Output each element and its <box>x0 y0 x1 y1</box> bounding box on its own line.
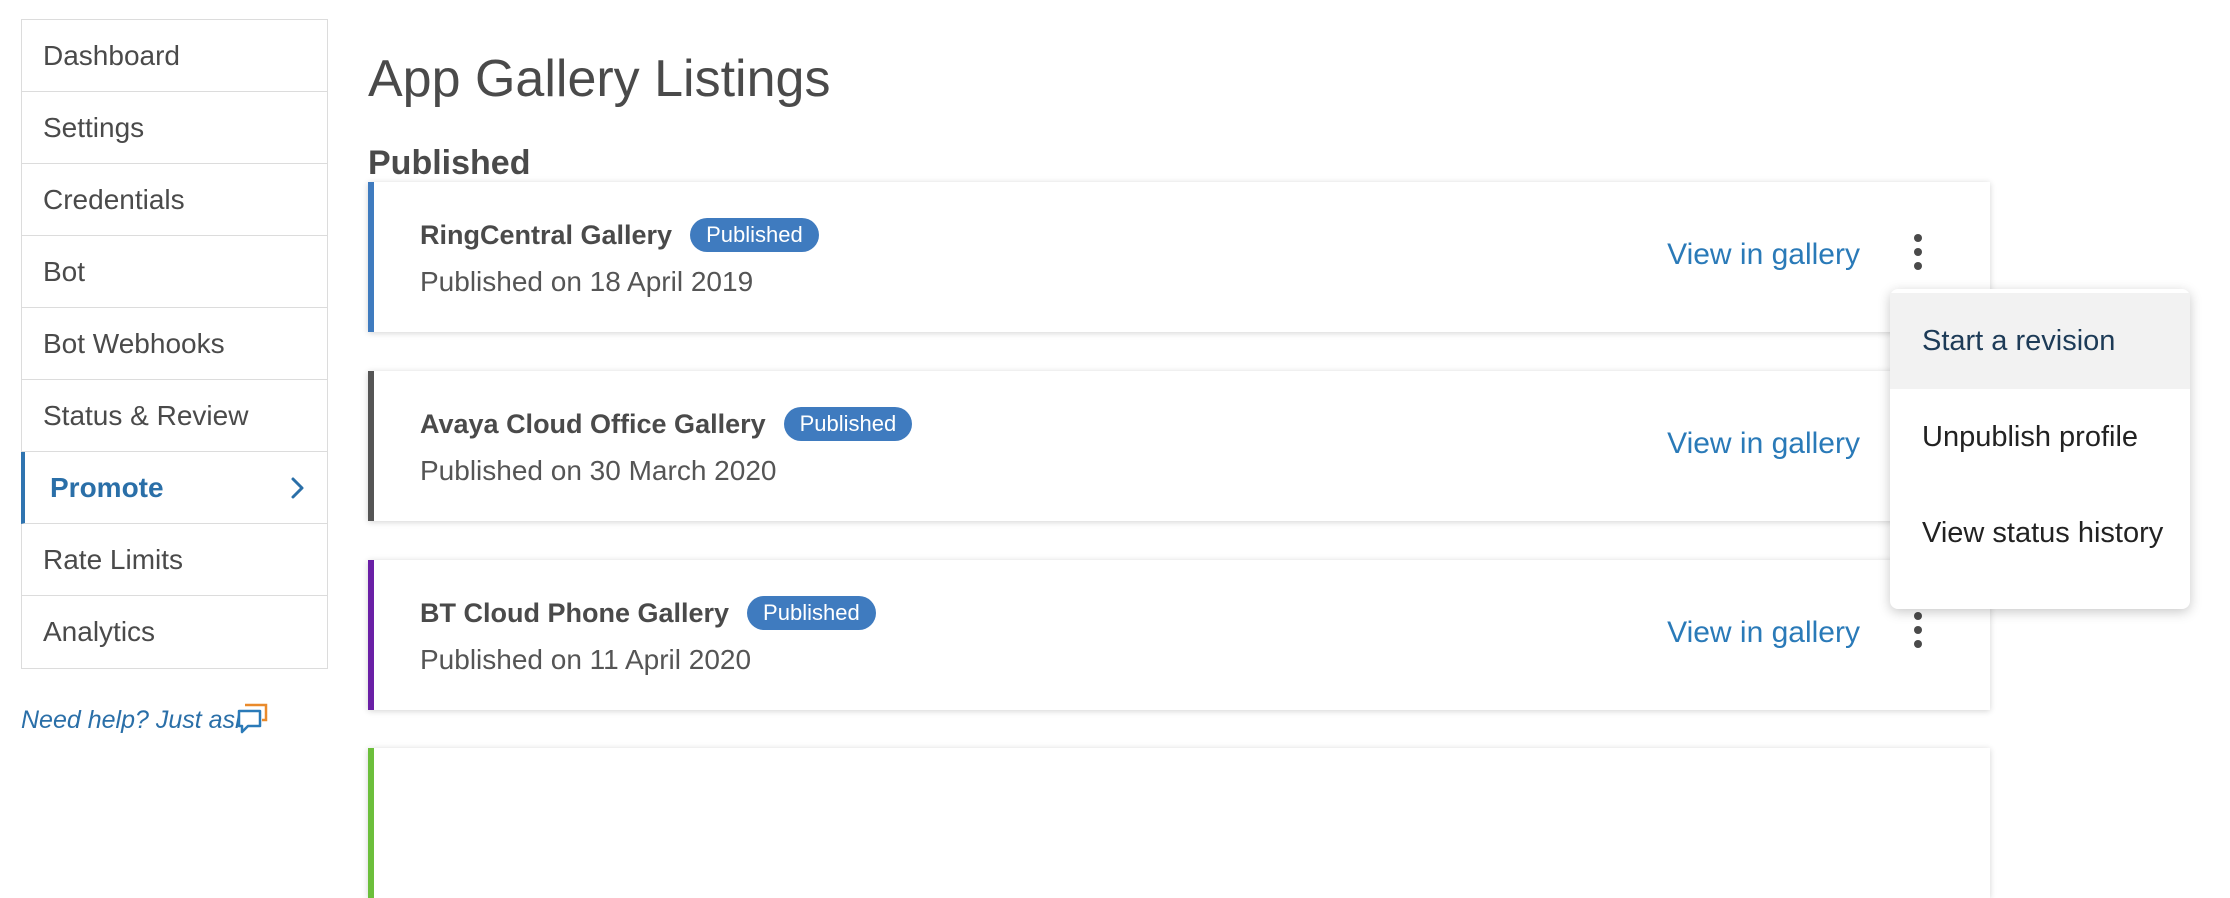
more-options-icon[interactable] <box>1908 612 1928 654</box>
listing-name-text: RingCentral Gallery <box>420 220 673 250</box>
view-in-gallery-link[interactable]: View in gallery <box>1667 238 1860 272</box>
listing-card <box>368 748 1990 898</box>
listing-card: RingCentral Gallery Published Published o… <box>368 182 1990 332</box>
status-badge: Published <box>783 407 913 441</box>
section-title: Published <box>368 144 531 183</box>
listing-name: BT Cloud Phone Gallery Published <box>420 596 876 630</box>
sidebar-nav: Dashboard Settings Credentials Bot Bot W… <box>21 19 328 669</box>
status-badge: Published <box>690 218 819 252</box>
sidebar-item-bot[interactable]: Bot <box>22 236 327 308</box>
sidebar-item-rate-limits[interactable]: Rate Limits <box>22 524 327 596</box>
sidebar-item-promote[interactable]: Promote <box>21 452 327 524</box>
listing-date: Published on 30 March 2020 <box>420 455 777 486</box>
menu-item-view-status-history[interactable]: View status history <box>1890 485 2190 581</box>
status-badge: Published <box>747 596 876 630</box>
listing-name: Avaya Cloud Office Gallery Published <box>420 407 913 441</box>
sidebar-item-status-review[interactable]: Status & Review <box>22 380 327 452</box>
sidebar-item-analytics[interactable]: Analytics <box>22 596 327 668</box>
listing-name: RingCentral Gallery Published <box>420 218 819 252</box>
chat-bubble-icon <box>237 703 268 734</box>
listing-date: Published on 11 April 2020 <box>420 644 752 675</box>
help-link[interactable]: Need help? Just ask <box>21 703 268 735</box>
sidebar-item-dashboard[interactable]: Dashboard <box>22 20 327 92</box>
listing-card: BT Cloud Phone Gallery Published Publishe… <box>368 560 1990 710</box>
view-in-gallery-link[interactable]: View in gallery <box>1667 616 1860 650</box>
page-title: App Gallery Listings <box>368 49 831 108</box>
more-options-icon[interactable] <box>1908 234 1928 276</box>
chevron-right-icon <box>291 477 304 499</box>
listing-date: Published on 18 April 2019 <box>420 266 754 297</box>
listing-card: Avaya Cloud Office Gallery Published Publ… <box>368 371 1990 521</box>
menu-item-start-revision[interactable]: Start a revision <box>1890 293 2190 389</box>
sidebar-item-settings[interactable]: Settings <box>22 92 327 164</box>
sidebar-item-label: Promote <box>50 472 164 503</box>
view-in-gallery-link[interactable]: View in gallery <box>1667 427 1860 461</box>
sidebar-item-credentials[interactable]: Credentials <box>22 164 327 236</box>
listing-name-text: Avaya Cloud Office Gallery <box>420 409 766 439</box>
listing-name-text: BT Cloud Phone Gallery <box>420 598 730 628</box>
help-text: Need help? Just ask <box>21 706 248 734</box>
options-menu: Start a revision Unpublish profile View … <box>1890 289 2190 609</box>
menu-item-unpublish-profile[interactable]: Unpublish profile <box>1890 389 2190 485</box>
sidebar-item-bot-webhooks[interactable]: Bot Webhooks <box>22 308 327 380</box>
